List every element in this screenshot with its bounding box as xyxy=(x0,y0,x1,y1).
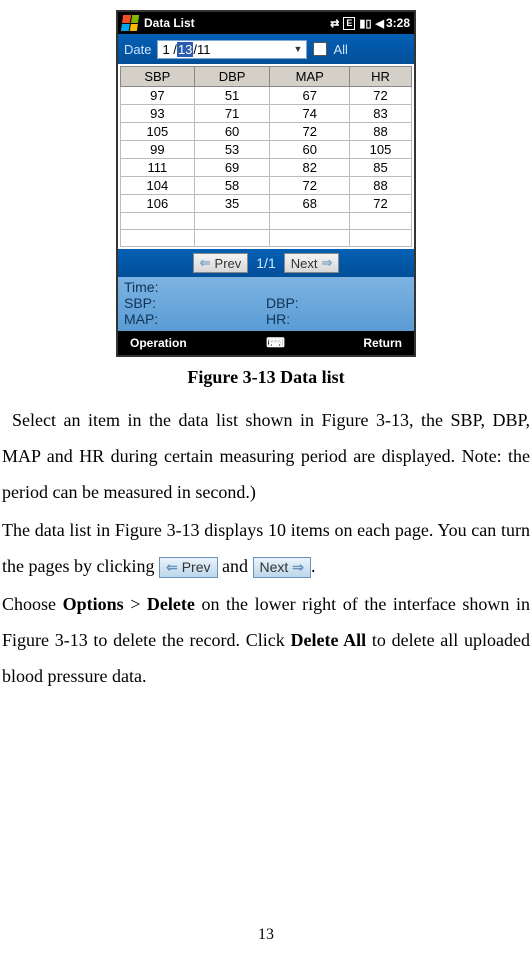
detail-time: Time: xyxy=(124,279,408,295)
inline-next-button: Next⇒ xyxy=(253,557,312,578)
date-picker[interactable]: 1 /13/11 ▼ xyxy=(157,40,307,59)
page-info: 1/1 xyxy=(256,255,275,271)
figure-caption: Figure 3-13 Data list xyxy=(0,367,532,388)
table-row[interactable]: 105607288 xyxy=(121,123,412,141)
next-button[interactable]: Next⇒ xyxy=(284,253,340,273)
col-hr[interactable]: HR xyxy=(350,67,412,87)
col-sbp[interactable]: SBP xyxy=(121,67,195,87)
arrow-left-icon: ⇐ xyxy=(166,559,178,576)
return-button[interactable]: Return xyxy=(363,336,402,350)
bottom-bar: Operation ⌨ Return xyxy=(118,331,414,355)
body-text: Select an item in the data list shown in… xyxy=(0,402,532,694)
app-title: Data List xyxy=(144,16,195,30)
keyboard-icon[interactable]: ⌨ xyxy=(266,335,284,351)
date-label: Date xyxy=(124,42,151,57)
table-row[interactable]: 111698285 xyxy=(121,159,412,177)
table-row xyxy=(121,213,412,230)
chevron-down-icon[interactable]: ▼ xyxy=(288,44,303,54)
table-row[interactable]: 104587288 xyxy=(121,177,412,195)
detail-map: MAP: xyxy=(124,311,266,327)
date-bar: Date 1 /13/11 ▼ All xyxy=(118,34,414,64)
prev-button[interactable]: ⇐Prev xyxy=(193,253,249,273)
detail-hr: HR: xyxy=(266,311,408,327)
table-row[interactable]: 93717483 xyxy=(121,105,412,123)
operation-button[interactable]: Operation xyxy=(130,336,187,350)
table-row xyxy=(121,230,412,247)
data-table-wrap: SBP DBP MAP HR 9751677293717483105607288… xyxy=(118,64,414,249)
table-row[interactable]: 106356872 xyxy=(121,195,412,213)
detail-sbp: SBP: xyxy=(124,295,266,311)
pager: ⇐Prev 1/1 Next⇒ xyxy=(118,249,414,277)
start-icon[interactable] xyxy=(121,15,139,31)
table-row[interactable]: 995360105 xyxy=(121,141,412,159)
arrow-right-icon: ⇒ xyxy=(292,559,304,576)
volume-icon: ◀ xyxy=(376,17,384,30)
table-row[interactable]: 97516772 xyxy=(121,87,412,105)
sync-icon: ⇄ xyxy=(330,17,339,30)
network-e-icon: E xyxy=(343,17,355,30)
detail-panel: Time: SBP: DBP: MAP: HR: xyxy=(118,277,414,331)
page-number: 13 xyxy=(0,926,532,944)
all-label: All xyxy=(333,42,347,57)
arrow-left-icon: ⇐ xyxy=(200,255,211,271)
arrow-right-icon: ⇒ xyxy=(321,255,332,271)
signal-icon: ▮▯ xyxy=(359,17,371,30)
device-screenshot: Data List ⇄ E ▮▯ ◀ 3:28 Date 1 /13/11 ▼ … xyxy=(116,10,416,357)
col-dbp[interactable]: DBP xyxy=(194,67,270,87)
status-bar: Data List ⇄ E ▮▯ ◀ 3:28 xyxy=(118,12,414,34)
clock: 3:28 xyxy=(386,16,410,30)
all-checkbox[interactable] xyxy=(313,42,327,56)
data-table: SBP DBP MAP HR 9751677293717483105607288… xyxy=(120,66,412,247)
inline-prev-button: ⇐Prev xyxy=(159,557,218,578)
detail-dbp: DBP: xyxy=(266,295,408,311)
col-map[interactable]: MAP xyxy=(270,67,350,87)
